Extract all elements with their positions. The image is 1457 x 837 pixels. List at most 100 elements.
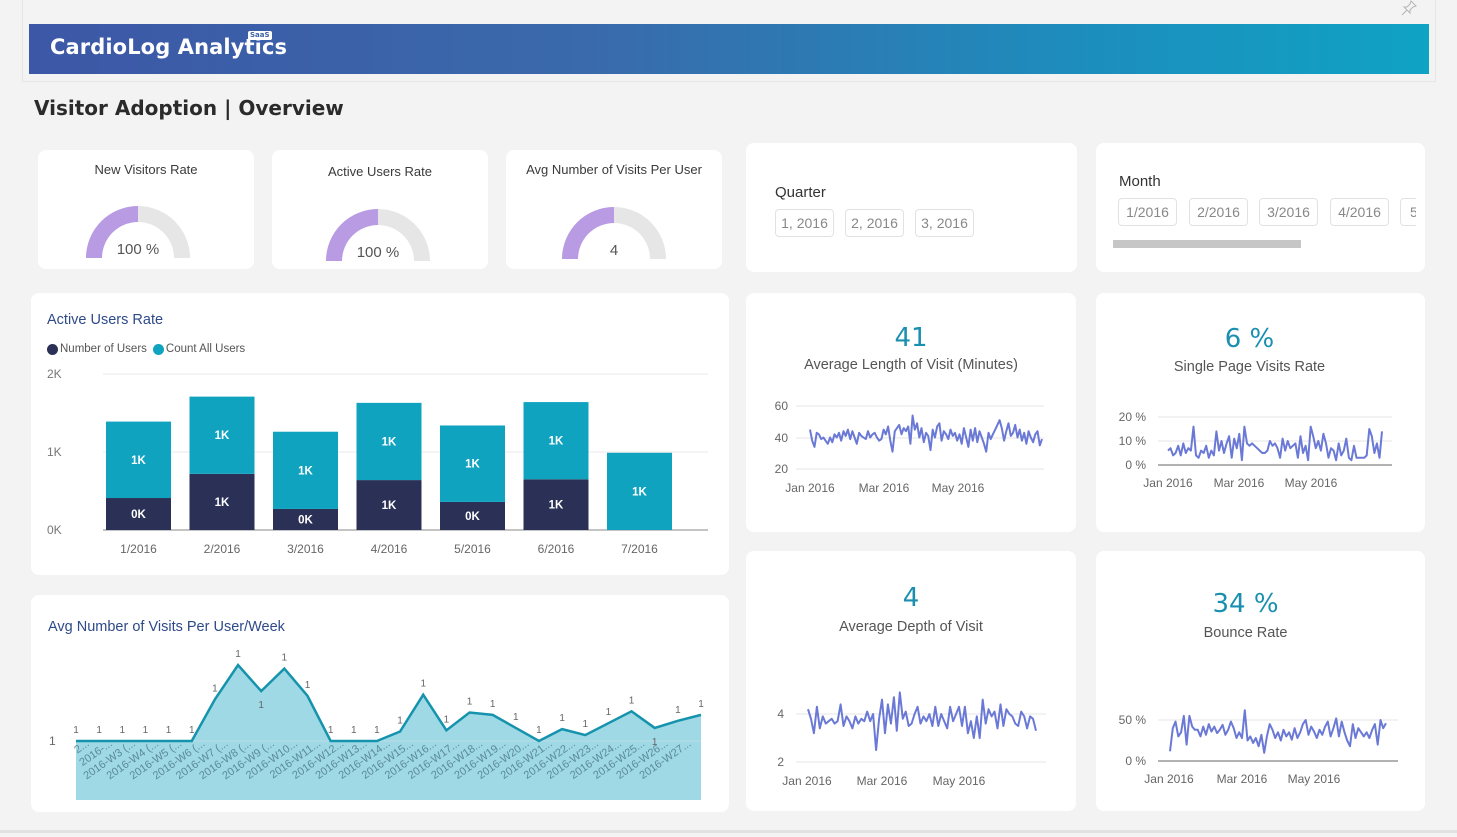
gauge-title: Active Users Rate: [327, 164, 433, 179]
y-tick-label: 2: [777, 755, 784, 769]
data-label: 1: [189, 725, 195, 736]
y-tick-label: 20: [775, 462, 789, 476]
x-tick-label: May 2016: [933, 774, 986, 788]
month-horizontal-scrollbar[interactable]: [1113, 240, 1301, 248]
data-label: 1: [374, 725, 380, 736]
data-label: 1: [166, 725, 172, 736]
gauge-card-avg-visits: Avg Number of Visits Per User 4: [506, 150, 722, 269]
data-label: 1: [120, 725, 126, 736]
data-label: 1: [96, 725, 102, 736]
x-tick-label: Jan 2016: [1144, 772, 1194, 786]
data-label: 1: [420, 679, 426, 690]
month-chip-4[interactable]: 4/2016: [1330, 198, 1389, 226]
gauge-value: 100 %: [357, 244, 400, 261]
bar-data-label: 1K: [215, 430, 230, 442]
x-tick-label: 5/2016: [454, 542, 491, 556]
y-tick-label: 0 %: [1125, 754, 1146, 768]
slicer-title: Quarter: [775, 184, 826, 201]
data-label: 1: [698, 699, 704, 710]
bar-data-label: 1K: [382, 436, 397, 448]
avg-visits-week-chart-card: Avg Number of Visits Per User/Week 11111…: [31, 595, 729, 812]
dashboard-page: CardioLog Analytics SaaS Visitor Adoptio…: [0, 0, 1457, 837]
bar-data-label: 0K: [465, 511, 480, 523]
quarter-chip-q3[interactable]: 3, 2016: [915, 209, 974, 237]
data-label: 1: [258, 700, 264, 711]
bar-data-label: 1K: [549, 436, 564, 448]
gauge-title: Avg Number of Visits Per User: [526, 162, 702, 177]
x-tick-label: 1/2016: [120, 542, 157, 556]
y-tick-label: 0K: [47, 523, 62, 537]
y-tick-label: 4: [777, 707, 784, 721]
gauge-active-users: 100 %: [326, 209, 430, 261]
x-tick-label: May 2016: [932, 481, 985, 495]
x-tick-label: 2/2016: [204, 542, 241, 556]
x-tick-label: Jan 2016: [782, 774, 832, 788]
kpi-card-bounce-rate: 34 % Bounce Rate 50 % 0 % Jan 2016 Mar 2016…: [1096, 551, 1425, 811]
quarter-slicer: Quarter 1, 2016 2, 2016 3, 2016: [746, 143, 1077, 272]
single-page-sparkline: 20 % 10 % 0 % Jan 2016 Mar 2016 May 2016: [1119, 410, 1392, 490]
month-chip-3[interactable]: 3/2016: [1259, 198, 1318, 226]
data-label: 1: [513, 712, 519, 723]
page-title: Visitor Adoption | Overview: [34, 96, 344, 120]
saas-badge: SaaS: [248, 31, 272, 40]
kpi-card-avg-length: 41 Average Length of Visit (Minutes) 60 4…: [746, 293, 1076, 532]
gauge-avg-visits: 4: [562, 207, 666, 259]
data-label: 1: [675, 705, 681, 716]
data-label: 1: [606, 707, 612, 718]
y-tick-label: 40: [775, 431, 789, 445]
data-label: 1: [559, 713, 565, 724]
avg-depth-sparkline: 4 2 Jan 2016 Mar 2016 May 2016: [777, 691, 1046, 788]
y-tick-label: 50 %: [1119, 713, 1147, 727]
bar-data-label: 0K: [298, 514, 313, 526]
bar-data-label: 1K: [632, 486, 647, 498]
x-tick-label: Jan 2016: [785, 481, 835, 495]
x-tick-label: 6/2016: [538, 542, 575, 556]
quarter-chip-q2[interactable]: 2, 2016: [845, 209, 904, 237]
gauge-fill: [562, 207, 614, 259]
bar-data-label: 1K: [465, 459, 480, 471]
bar-data-label: 1K: [131, 455, 146, 467]
bar-data-label: 1K: [382, 500, 397, 512]
slicer-title: Month: [1119, 173, 1161, 190]
gauge-card-active-users: Active Users Rate 100 %: [272, 150, 488, 269]
month-chip-strip: 1/2016 2/2016 3/2016 4/2016 5/2016: [1118, 198, 1416, 230]
x-tick-label: May 2016: [1288, 772, 1341, 786]
month-chip-5[interactable]: 5/2016: [1400, 198, 1416, 226]
bar-data-label: 0K: [131, 509, 146, 521]
y-tick-label: 20 %: [1119, 410, 1147, 424]
x-tick-label: Mar 2016: [1217, 772, 1268, 786]
month-chip-2[interactable]: 2/2016: [1189, 198, 1248, 226]
x-tick-label: Mar 2016: [1214, 476, 1265, 490]
sparkline: [807, 691, 1037, 751]
x-tick-label: May 2016: [1285, 476, 1338, 490]
bar-data-label: 1K: [215, 497, 230, 509]
data-label: 1: [143, 725, 149, 736]
y-tick-label: 10 %: [1119, 434, 1147, 448]
bar-data-label: 1K: [298, 465, 313, 477]
data-label: 1: [73, 725, 79, 736]
data-label: 1: [212, 683, 218, 694]
avg-visits-area-chart: 11 1 1 1 1 1111111 1 11111 11111111112...2016-..…: [49, 649, 704, 800]
sparkline: [1169, 709, 1387, 754]
kpi-card-single-page: 6 % Single Page Visits Rate 20 % 10 % 0 % J…: [1096, 293, 1425, 532]
y-tick-label: 2K: [47, 367, 62, 381]
y-tick-label: 1: [49, 734, 56, 748]
pin-icon[interactable]: [1401, 0, 1417, 16]
month-slicer: Month 1/2016 2/2016 3/2016 4/2016 5/2016: [1096, 143, 1425, 272]
kpi-card-avg-depth: 4 Average Depth of Visit 4 2 Jan 2016 Mar 2…: [746, 551, 1076, 811]
data-label: 1: [397, 716, 403, 727]
sparkline: [1167, 425, 1383, 462]
data-label: 1: [282, 653, 288, 664]
data-label: 1: [582, 719, 588, 730]
y-tick-label: 1K: [47, 445, 62, 459]
x-tick-label: 3/2016: [287, 542, 324, 556]
bounce-rate-sparkline: 50 % 0 % Jan 2016 Mar 2016 May 2016: [1119, 709, 1398, 786]
y-tick-label: 0 %: [1125, 458, 1146, 472]
month-chip-1[interactable]: 1/2016: [1118, 198, 1177, 226]
quarter-chip-q1[interactable]: 1, 2016: [775, 209, 834, 237]
gauge-title: New Visitors Rate: [94, 162, 198, 177]
x-tick-label: 7/2016: [621, 542, 658, 556]
x-tick-label: Jan 2016: [1143, 476, 1193, 490]
x-tick-label: Mar 2016: [859, 481, 910, 495]
data-label: 1: [490, 699, 496, 710]
